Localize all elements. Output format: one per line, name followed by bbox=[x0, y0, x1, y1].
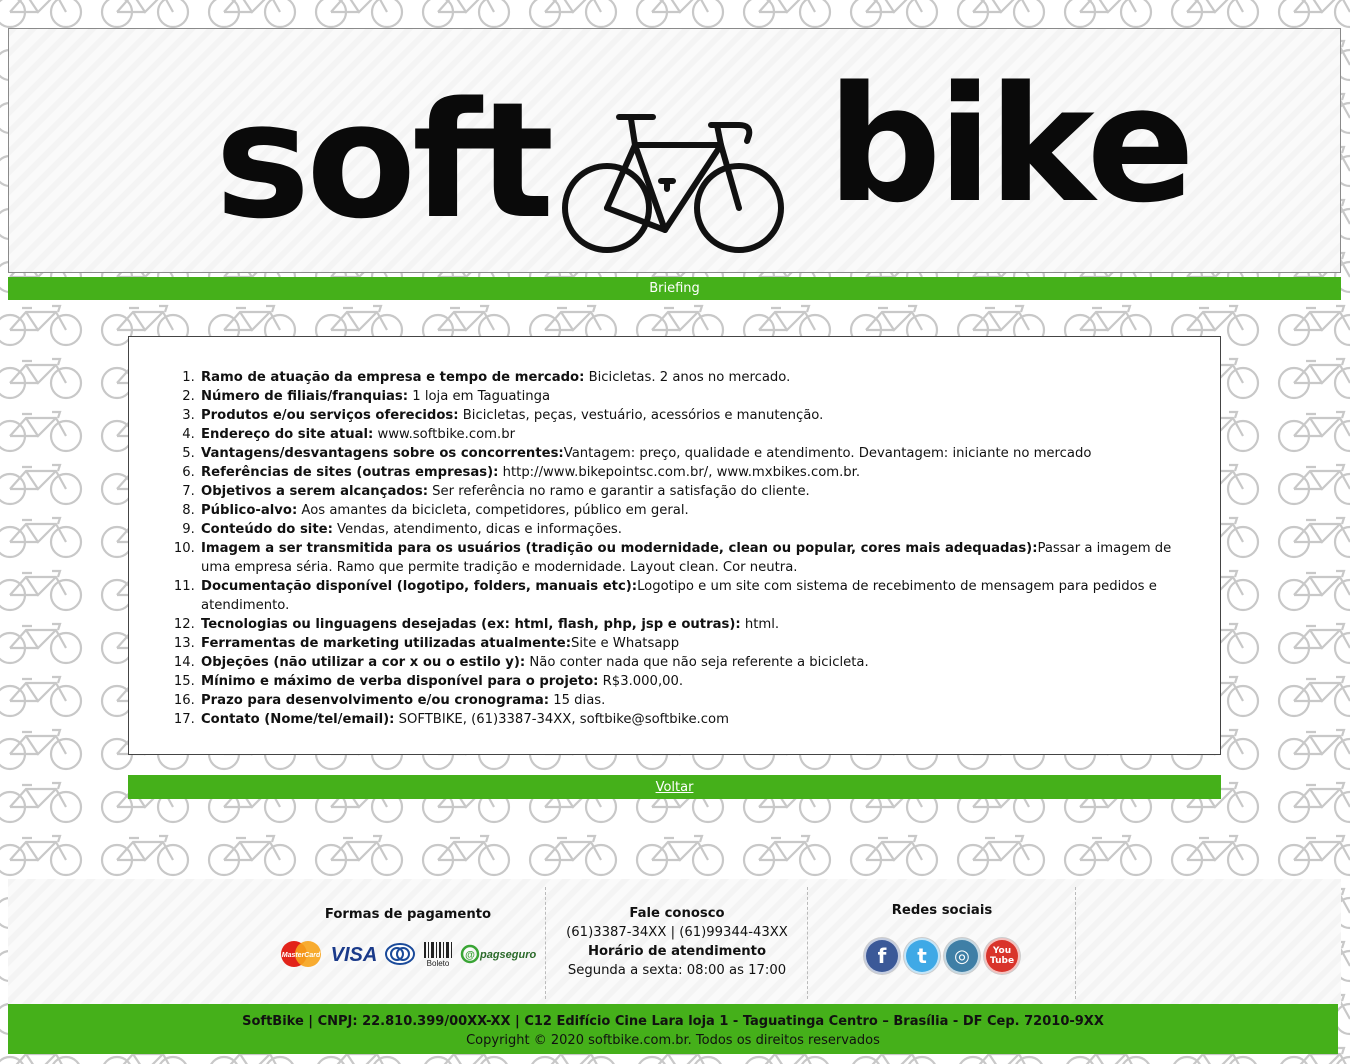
social-section: Redes sociais f t ◎ You Tube bbox=[808, 903, 1076, 974]
pagseguro-icon: @ pagseguro bbox=[460, 940, 538, 968]
question-label: Objetivos a serem alcançados: bbox=[201, 484, 428, 499]
question-label: Prazo para desenvolvimento e/ou cronogra… bbox=[201, 693, 550, 708]
contact-section: Fale conosco (61)3387-34XX | (61)99344-4… bbox=[548, 904, 806, 980]
question-label: Público-alvo: bbox=[201, 503, 298, 518]
answer-text: Aos amantes da bicicleta, competidores, … bbox=[297, 503, 689, 518]
question-label: Referências de sites (outras empresas): bbox=[201, 465, 499, 480]
visa-label: VISA bbox=[331, 944, 378, 966]
list-item: Referências de sites (outras empresas): … bbox=[199, 463, 1200, 482]
copyright: Copyright © 2020 softbike.com.br. Todos … bbox=[466, 1033, 880, 1048]
site-header: soft bike bbox=[8, 28, 1341, 273]
answer-text: Vantagem: preço, qualidade e atendimento… bbox=[563, 446, 1092, 461]
social-icons: f t ◎ You Tube bbox=[808, 938, 1076, 974]
list-item: Tecnologias ou linguagens desejadas (ex:… bbox=[199, 615, 1200, 634]
answer-text: Bicicletas. 2 anos no mercado. bbox=[584, 370, 791, 385]
boleto-label: Boleto bbox=[427, 959, 450, 968]
list-item: Público-alvo: Aos amantes da bicicleta, … bbox=[199, 501, 1200, 520]
list-item: Ramo de atuação da empresa e tempo de me… bbox=[199, 368, 1200, 387]
answer-text: Vendas, atendimento, dicas e informações… bbox=[332, 522, 622, 537]
answer-text: 1 loja em Taguatinga bbox=[408, 389, 551, 404]
payment-icons: MasterCard VISA Boleto @ pagseguro bbox=[270, 940, 546, 968]
answer-text: http://www.bikepointsc.com.br/, www.mxbi… bbox=[498, 465, 861, 480]
question-label: Tecnologias ou linguagens desejadas (ex:… bbox=[201, 617, 741, 632]
briefing-list: Ramo de atuação da empresa e tempo de me… bbox=[199, 368, 1200, 729]
question-label: Número de filiais/franquias: bbox=[201, 389, 409, 404]
twitter-icon[interactable]: t bbox=[904, 938, 940, 974]
answer-text: www.softbike.com.br bbox=[373, 427, 515, 442]
answer-text: Ser referência no ramo e garantir a sati… bbox=[427, 484, 810, 499]
footer-divider bbox=[545, 887, 546, 999]
list-item: Objetivos a serem alcançados: Ser referê… bbox=[199, 482, 1200, 501]
answer-text: Não conter nada que não seja referente a… bbox=[525, 655, 869, 670]
mastercard-label: MasterCard bbox=[282, 952, 321, 959]
hours-text: Segunda a sexta: 08:00 as 17:00 bbox=[567, 963, 787, 978]
question-label: Conteúdo do site: bbox=[201, 522, 333, 537]
company-info: SoftBike | CNPJ: 22.810.399/00XX-XX | C1… bbox=[242, 1014, 1104, 1029]
question-label: Documentação disponível (logotipo, folde… bbox=[201, 579, 638, 594]
briefing-content: Ramo de atuação da empresa e tempo de me… bbox=[128, 336, 1221, 755]
payment-section: Formas de pagamento MasterCard VISA Bole… bbox=[270, 907, 546, 968]
list-item: Mínimo e máximo de verba disponível para… bbox=[199, 672, 1200, 691]
visa-icon: VISA bbox=[330, 940, 378, 968]
back-link[interactable]: Voltar bbox=[656, 780, 694, 795]
bottom-bar: SoftBike | CNPJ: 22.810.399/00XX-XX | C1… bbox=[8, 1004, 1338, 1054]
list-item: Ferramentas de marketing utilizadas atua… bbox=[199, 634, 1200, 653]
logo-text-bike: bike bbox=[827, 51, 1195, 238]
list-item: Produtos e/ou serviços oferecidos: Bicic… bbox=[199, 406, 1200, 425]
answer-text: 15 dias. bbox=[549, 693, 606, 708]
question-label: Objeções (não utilizar a cor x ou o esti… bbox=[201, 655, 526, 670]
briefing-title: Briefing bbox=[649, 281, 700, 296]
list-item: Objeções (não utilizar a cor x ou o esti… bbox=[199, 653, 1200, 672]
social-title: Redes sociais bbox=[891, 903, 993, 918]
boleto-icon: Boleto bbox=[422, 940, 454, 968]
contact-phones: (61)3387-34XX | (61)99344-43XX bbox=[566, 925, 788, 940]
answer-text: Site e Whatsapp bbox=[570, 636, 680, 651]
back-bar: Voltar bbox=[128, 775, 1221, 799]
hours-title: Horário de atendimento bbox=[587, 944, 767, 959]
facebook-icon[interactable]: f bbox=[864, 938, 900, 974]
list-item: Endereço do site atual: www.softbike.com… bbox=[199, 425, 1200, 444]
question-label: Endereço do site atual: bbox=[201, 427, 374, 442]
list-item: Documentação disponível (logotipo, folde… bbox=[199, 577, 1200, 615]
list-item: Prazo para desenvolvimento e/ou cronogra… bbox=[199, 691, 1200, 710]
youtube-icon[interactable]: You Tube bbox=[984, 938, 1020, 974]
question-label: Ramo de atuação da empresa e tempo de me… bbox=[201, 370, 585, 385]
answer-text: Bicicletas, peças, vestuário, acessórios… bbox=[458, 408, 824, 423]
question-label: Ferramentas de marketing utilizadas atua… bbox=[201, 636, 571, 651]
answer-text: html. bbox=[740, 617, 780, 632]
footer-divider bbox=[1075, 887, 1076, 999]
list-item: Imagem a ser transmitida para os usuário… bbox=[199, 539, 1200, 577]
answer-text: R$3.000,00. bbox=[598, 674, 684, 689]
list-item: Número de filiais/franquias: 1 loja em T… bbox=[199, 387, 1200, 406]
payment-title: Formas de pagamento bbox=[324, 907, 492, 922]
question-label: Produtos e/ou serviços oferecidos: bbox=[201, 408, 459, 423]
site-logo[interactable]: soft bike bbox=[209, 65, 1195, 259]
list-item: Conteúdo do site: Vendas, atendimento, d… bbox=[199, 520, 1200, 539]
answer-text: SOFTBIKE, (61)3387-34XX, softbike@softbi… bbox=[394, 712, 729, 727]
bicycle-icon bbox=[562, 114, 784, 253]
contact-title: Fale conosco bbox=[629, 906, 725, 921]
list-item: Contato (Nome/tel/email): SOFTBIKE, (61)… bbox=[199, 710, 1200, 729]
question-label: Imagem a ser transmitida para os usuário… bbox=[201, 541, 1038, 556]
question-label: Contato (Nome/tel/email): bbox=[201, 712, 395, 727]
briefing-title-bar: Briefing bbox=[8, 277, 1341, 300]
site-footer: Formas de pagamento MasterCard VISA Bole… bbox=[8, 879, 1341, 1004]
logo-text-soft: soft bbox=[215, 67, 554, 254]
instagram-icon[interactable]: ◎ bbox=[944, 938, 980, 974]
mastercard-icon: MasterCard bbox=[278, 940, 324, 968]
question-label: Mínimo e máximo de verba disponível para… bbox=[201, 674, 599, 689]
list-item: Vantagens/desvantagens sobre os concorre… bbox=[199, 444, 1200, 463]
question-label: Vantagens/desvantagens sobre os concorre… bbox=[201, 446, 564, 461]
diners-icon bbox=[384, 940, 416, 968]
pagseguro-label: pagseguro bbox=[479, 949, 537, 961]
svg-text:@: @ bbox=[465, 950, 475, 961]
